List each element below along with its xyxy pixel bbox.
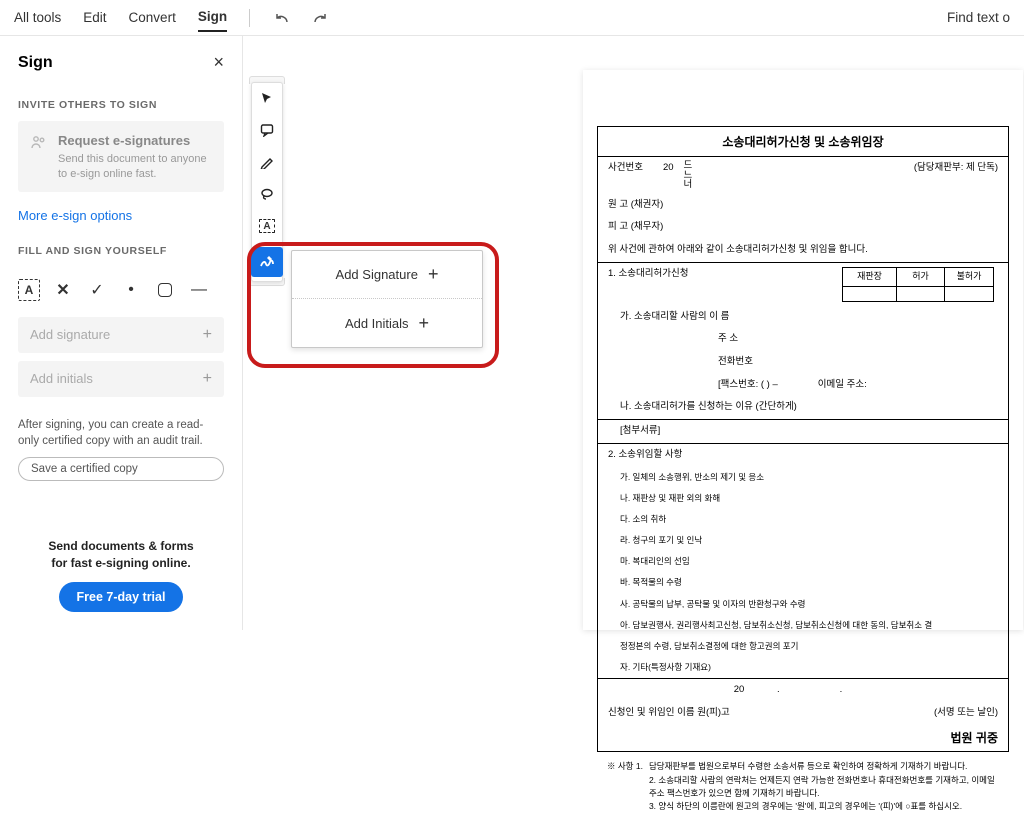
textbox-tool-icon[interactable]: A bbox=[256, 215, 278, 237]
doc-dept: (담당재판부: 제 단독) bbox=[914, 161, 998, 176]
doc-court: 법원 귀중 bbox=[598, 725, 1008, 752]
pdf-document[interactable]: 소송대리허가신청 및 소송위임장 사건번호 20 드느너 (담당재판부: 제 단… bbox=[583, 70, 1023, 630]
doc-title: 소송대리허가신청 및 소송위임장 bbox=[598, 127, 1008, 156]
vertical-toolbar: A bbox=[251, 82, 283, 282]
doc-intro: 위 사건에 관하여 아래와 같이 소송대리허가신청 및 위임을 합니다. bbox=[598, 239, 1008, 262]
line-tool-icon[interactable]: — bbox=[188, 279, 210, 301]
redo-icon[interactable] bbox=[312, 9, 330, 27]
plus-icon: + bbox=[428, 264, 439, 285]
add-signature-label: Add signature bbox=[30, 327, 110, 342]
tab-convert[interactable]: Convert bbox=[129, 4, 176, 31]
find-text-label[interactable]: Find text o bbox=[947, 10, 1010, 25]
plus-icon: + bbox=[203, 326, 212, 344]
add-initials-option-label: Add Initials bbox=[345, 316, 409, 331]
doc-signer: 신청인 및 위임인 이름 원(피)고 bbox=[608, 706, 730, 721]
add-initials-field[interactable]: Add initials + bbox=[18, 361, 224, 397]
tab-sign[interactable]: Sign bbox=[198, 3, 227, 32]
doc-approval-grid: 재판장허가불허가 bbox=[842, 267, 994, 302]
pointer-tool-icon[interactable] bbox=[256, 87, 278, 109]
doc-signer-note: (서명 또는 날인) bbox=[934, 706, 998, 721]
top-toolbar: All tools Edit Convert Sign Find text o bbox=[0, 0, 1024, 36]
invite-section-label: INVITE OTHERS TO SIGN bbox=[18, 99, 224, 111]
pen-tool-icon[interactable] bbox=[256, 151, 278, 173]
doc-hangul-stack: 드느너 bbox=[684, 161, 694, 190]
request-signatures-card[interactable]: Request e-signatures Send this document … bbox=[18, 121, 224, 192]
add-signature-option[interactable]: Add Signature + bbox=[292, 251, 482, 299]
plus-icon: + bbox=[419, 313, 430, 334]
text-tool-icon[interactable]: A bbox=[18, 279, 40, 301]
doc-defendant: 피 고 (채무자) bbox=[598, 216, 1008, 239]
circle-tool-icon[interactable] bbox=[154, 279, 176, 301]
certified-note: After signing, you can create a read-onl… bbox=[18, 417, 224, 449]
sidebar-title: Sign bbox=[18, 54, 53, 72]
toolbar-divider bbox=[249, 9, 250, 27]
doc-s1a: 가. 소송대리할 사람의 이 름 bbox=[598, 306, 1008, 329]
free-trial-button[interactable]: Free 7-day trial bbox=[59, 582, 184, 612]
check-tool-icon[interactable]: ✓ bbox=[86, 279, 108, 301]
promo-line-1: Send documents & forms bbox=[18, 538, 224, 555]
doc-case-label: 사건번호 bbox=[608, 161, 643, 176]
request-title: Request e-signatures bbox=[58, 133, 212, 148]
doc-plaintiff: 원 고 (채권자) bbox=[598, 194, 1008, 217]
add-initials-option[interactable]: Add Initials + bbox=[292, 299, 482, 347]
tab-all-tools[interactable]: All tools bbox=[14, 4, 61, 31]
add-signature-option-label: Add Signature bbox=[336, 267, 418, 282]
plus-icon: + bbox=[203, 370, 212, 388]
sign-tool-icon[interactable] bbox=[251, 247, 283, 277]
doc-s1b: 나. 소송대리허가를 신청하는 이유 (간단하게) bbox=[598, 396, 1008, 419]
add-initials-label: Add initials bbox=[30, 371, 93, 386]
fill-tool-row: A ✕ ✓ • — bbox=[18, 279, 224, 301]
lasso-tool-icon[interactable] bbox=[256, 183, 278, 205]
sign-sidebar: Sign × INVITE OTHERS TO SIGN Request e-s… bbox=[0, 36, 243, 630]
document-canvas: A Add Signature + Add Initials + 소송대리허가신… bbox=[243, 36, 1024, 630]
doc-case-year: 20 bbox=[663, 161, 674, 176]
request-subtitle: Send this document to anyone to e-sign o… bbox=[58, 152, 212, 182]
signature-popover: Add Signature + Add Initials + bbox=[291, 250, 483, 348]
undo-icon[interactable] bbox=[272, 9, 290, 27]
dot-tool-icon[interactable]: • bbox=[120, 279, 142, 301]
x-mark-tool-icon[interactable]: ✕ bbox=[52, 279, 74, 301]
add-signature-field[interactable]: Add signature + bbox=[18, 317, 224, 353]
fill-section-label: FILL AND SIGN YOURSELF bbox=[18, 245, 224, 257]
comment-tool-icon[interactable] bbox=[256, 119, 278, 141]
save-certified-button[interactable]: Save a certified copy bbox=[18, 457, 224, 481]
promo-line-2: for fast e-signing online. bbox=[18, 555, 224, 572]
tab-edit[interactable]: Edit bbox=[83, 4, 106, 31]
doc-attach: [첨부서류] bbox=[598, 420, 1008, 443]
close-icon[interactable]: × bbox=[213, 52, 224, 73]
people-icon bbox=[30, 133, 48, 151]
doc-s1: 1. 소송대리허가신청 bbox=[608, 267, 688, 282]
more-esign-link[interactable]: More e-sign options bbox=[18, 208, 224, 223]
doc-s2: 2. 소송위임할 사항 bbox=[598, 444, 1008, 467]
